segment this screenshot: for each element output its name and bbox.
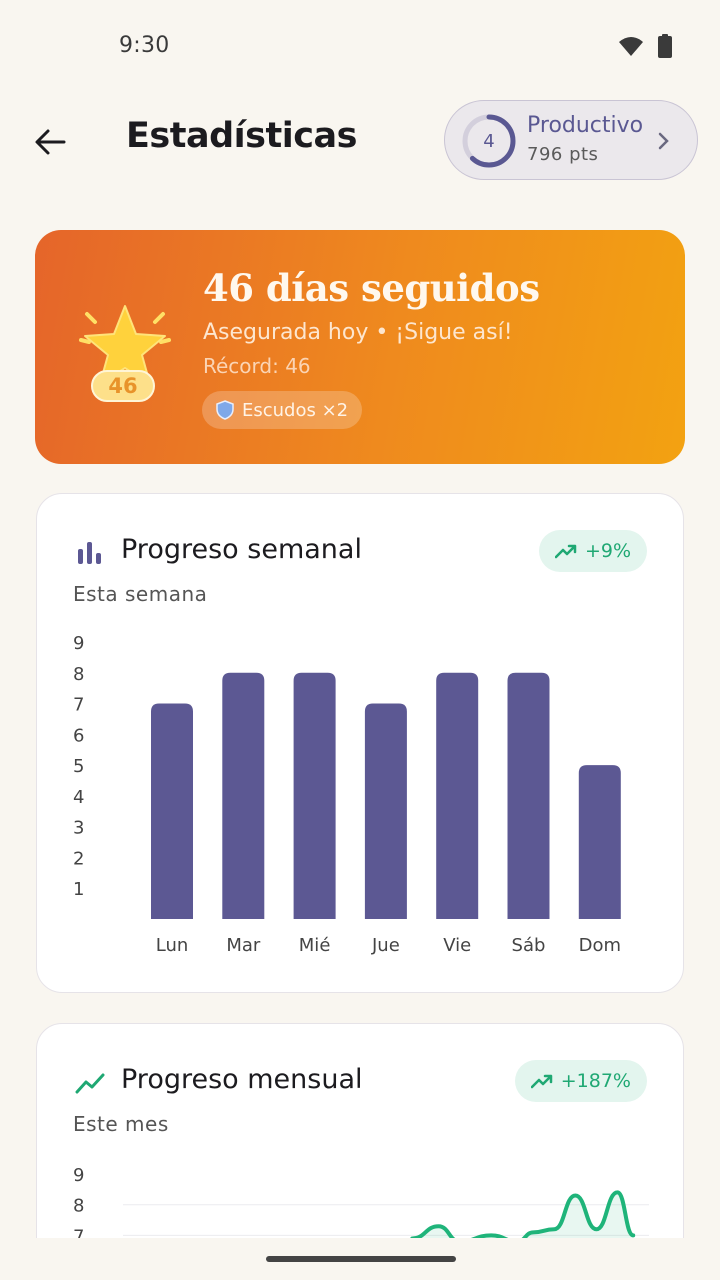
y-tick-label: 4 bbox=[73, 787, 84, 808]
y-tick-label: 9 bbox=[73, 633, 84, 654]
weekly-progress-card: Progreso semanal Esta semana +9% 1234567… bbox=[36, 493, 684, 993]
bar-Vie bbox=[436, 672, 479, 919]
level-number: 4 bbox=[483, 130, 495, 152]
level-chip[interactable]: 4 Productivo 796 pts bbox=[444, 100, 698, 180]
shields-pill[interactable]: Escudos ×2 bbox=[202, 391, 363, 429]
page-title: Estadísticas bbox=[126, 116, 357, 156]
streak-count-badge: 46 bbox=[91, 370, 155, 402]
y-tick-label: 3 bbox=[73, 818, 84, 839]
wifi-icon bbox=[619, 37, 643, 56]
weekly-bar-chart: 1 2 3 4 5 6 7 8 9 Lun Mar Mié Jue Vie Sáb Dom bbox=[73, 633, 621, 956]
y-tick-label: 7 bbox=[73, 695, 84, 716]
status-bar: 9:30 bbox=[0, 0, 720, 92]
x-tick-label: Dom bbox=[579, 935, 621, 956]
level-name: Productivo bbox=[527, 113, 644, 138]
x-tick-label: Vie bbox=[443, 935, 471, 956]
arrow-back-icon bbox=[35, 129, 66, 155]
home-indicator[interactable] bbox=[266, 1256, 456, 1262]
bar-Jue bbox=[364, 703, 407, 919]
bar-Mar bbox=[222, 672, 265, 919]
x-tick-label: Lun bbox=[156, 935, 189, 956]
y-tick-label: 2 bbox=[73, 848, 84, 869]
y-tick-label: 8 bbox=[73, 664, 84, 685]
x-tick-label: Mié bbox=[299, 935, 331, 956]
x-tick-label: Jue bbox=[371, 935, 400, 956]
x-tick-label: Mar bbox=[226, 935, 261, 956]
y-tick-label: 5 bbox=[73, 756, 84, 777]
level-points: 796 pts bbox=[527, 144, 599, 165]
bar-Dom bbox=[578, 765, 621, 919]
back-button[interactable] bbox=[28, 120, 72, 164]
bar-Sáb bbox=[507, 672, 550, 919]
chevron-right-icon bbox=[658, 132, 669, 150]
app-bar: Estadísticas 4 Productivo 796 pts bbox=[0, 96, 720, 186]
y-tick-label: 6 bbox=[73, 725, 84, 746]
shields-label: Escudos ×2 bbox=[242, 399, 349, 421]
bar-Lun bbox=[151, 703, 193, 919]
status-time: 9:30 bbox=[119, 33, 170, 58]
bar-Mié bbox=[293, 672, 336, 919]
y-tick-label: 9 bbox=[73, 1165, 84, 1186]
shield-icon bbox=[216, 400, 234, 420]
x-tick-label: Sáb bbox=[512, 935, 546, 956]
y-tick-label: 1 bbox=[73, 879, 84, 900]
streak-card[interactable]: 46 46 días seguidos Asegurada hoy • ¡Sig… bbox=[35, 230, 685, 464]
status-icons bbox=[618, 34, 672, 58]
y-tick-label: 8 bbox=[73, 1196, 84, 1217]
streak-title: 46 días seguidos bbox=[203, 266, 540, 310]
streak-record: Récord: 46 bbox=[203, 354, 311, 378]
streak-subtitle: Asegurada hoy • ¡Sigue así! bbox=[203, 320, 513, 345]
battery-icon bbox=[658, 34, 672, 58]
